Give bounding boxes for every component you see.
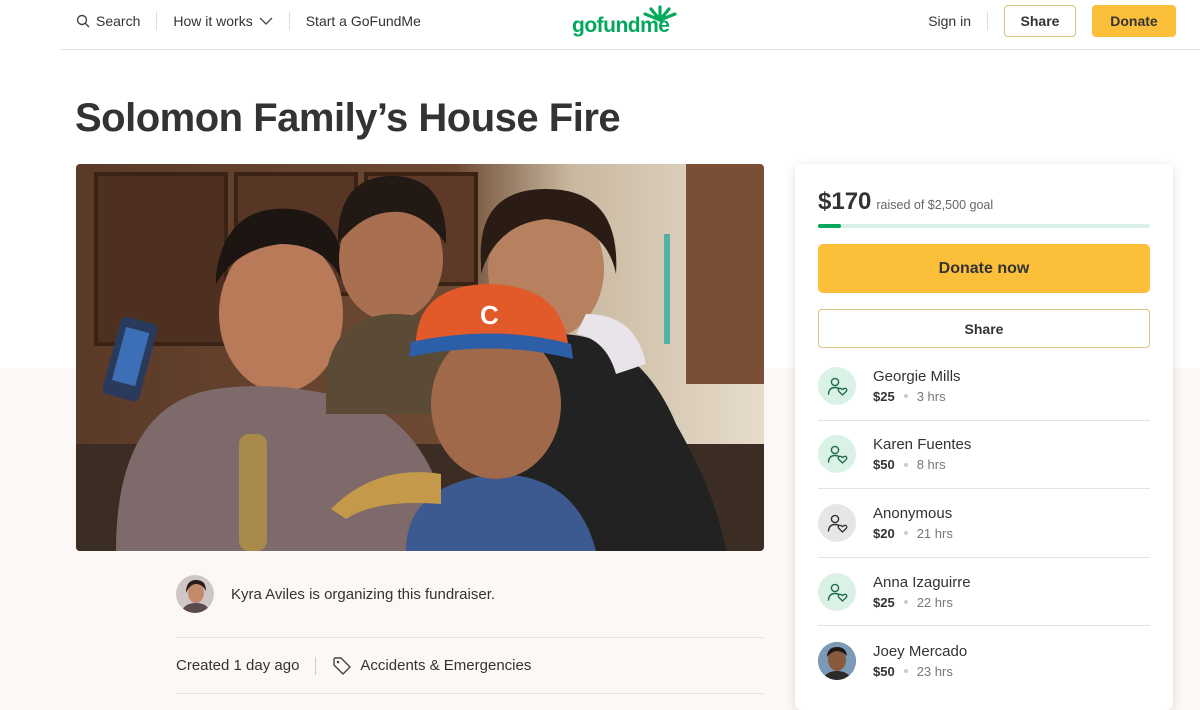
top-nav: Search How it works Start a GoFundMe gof… bbox=[60, 0, 1200, 50]
raised-summary: $170 raised of $2,500 goal bbox=[818, 188, 993, 216]
start-gofundme-label: Start a GoFundMe bbox=[305, 13, 421, 29]
separator-dot bbox=[903, 669, 908, 674]
meta-divider bbox=[315, 656, 317, 675]
donor-icon-wrap bbox=[818, 435, 856, 474]
campaign-meta: Created 1 day ago Accidents & Emergencie… bbox=[176, 638, 764, 694]
donor-list: Georgie Mills $25 3 hrs Karen Fuentes $50… bbox=[818, 352, 1150, 695]
donor-name: Karen Fuentes bbox=[873, 436, 972, 454]
page-title: Solomon Family’s House Fire bbox=[75, 96, 621, 140]
separator-dot bbox=[903, 600, 908, 605]
donor-item: Karen Fuentes $50 8 hrs bbox=[818, 421, 1150, 490]
donor-amount: $20 bbox=[873, 525, 895, 541]
donor-name: Joey Mercado bbox=[873, 642, 968, 660]
campaign-photo-image: C bbox=[76, 164, 764, 551]
donor-avatar-image bbox=[818, 641, 856, 680]
logo-sprout-icon bbox=[643, 5, 677, 22]
donor-amount: $25 bbox=[873, 388, 895, 404]
created-date: Created 1 day ago bbox=[176, 657, 300, 674]
start-gofundme-link[interactable]: Start a GoFundMe bbox=[306, 13, 421, 29]
donor-heart-icon bbox=[827, 446, 848, 465]
donor-name: Anonymous bbox=[873, 504, 953, 522]
nav-divider bbox=[987, 12, 988, 30]
organizer-avatar[interactable] bbox=[176, 575, 214, 613]
raised-amount: $170 bbox=[818, 188, 872, 215]
donor-heart-icon bbox=[827, 377, 848, 396]
donor-icon-wrap bbox=[818, 366, 856, 405]
donor-amount: $50 bbox=[873, 457, 895, 473]
organizer-text: Kyra Aviles is organizing this fundraise… bbox=[231, 586, 496, 603]
tag-icon bbox=[333, 656, 352, 675]
separator-dot bbox=[903, 394, 908, 399]
donor-avatar bbox=[818, 641, 856, 680]
donor-time: 23 hrs bbox=[916, 663, 953, 679]
donor-time: 21 hrs bbox=[916, 525, 953, 541]
donor-name: Anna Izaguirre bbox=[873, 573, 971, 591]
donor-icon-wrap bbox=[818, 503, 856, 542]
category-tag[interactable]: Accidents & Emergencies bbox=[332, 656, 531, 676]
donor-item: Anonymous $20 21 hrs bbox=[818, 489, 1150, 558]
donor-heart-icon bbox=[827, 514, 848, 533]
progress-bar-fill bbox=[818, 224, 841, 228]
search-label: Search bbox=[96, 13, 141, 29]
header-share-button[interactable]: Share bbox=[1004, 5, 1076, 37]
donor-item: Joey Mercado $50 23 hrs bbox=[818, 626, 1150, 695]
search-icon bbox=[76, 14, 90, 28]
donation-sidebar: $170 raised of $2,500 goal Donate now Sh… bbox=[795, 164, 1173, 710]
share-button[interactable]: Share bbox=[818, 309, 1150, 348]
gofundme-logo[interactable]: gofundme bbox=[572, 4, 682, 40]
sign-in-link[interactable]: Sign in bbox=[928, 13, 971, 29]
nav-divider bbox=[288, 12, 290, 30]
donor-item: Anna Izaguirre $25 22 hrs bbox=[818, 558, 1150, 627]
organizer-row: Kyra Aviles is organizing this fundraise… bbox=[176, 575, 764, 638]
donor-time: 8 hrs bbox=[916, 457, 946, 473]
organizer-avatar-image bbox=[176, 575, 214, 613]
chevron-down-icon bbox=[259, 17, 273, 25]
donor-icon-wrap bbox=[818, 572, 856, 611]
donor-time: 22 hrs bbox=[916, 594, 953, 610]
donate-now-button[interactable]: Donate now bbox=[818, 244, 1150, 293]
how-it-works-label: How it works bbox=[173, 13, 253, 29]
donor-amount: $50 bbox=[873, 663, 895, 679]
nav-divider bbox=[156, 12, 158, 30]
donor-heart-icon bbox=[827, 583, 848, 602]
category-label: Accidents & Emergencies bbox=[360, 657, 532, 674]
donor-time: 3 hrs bbox=[916, 388, 946, 404]
donor-name: Georgie Mills bbox=[873, 367, 961, 385]
nav-left: Search How it works Start a GoFundMe bbox=[76, 0, 421, 42]
svg-text:C: C bbox=[480, 300, 499, 330]
progress-bar bbox=[818, 224, 1150, 228]
header-donate-button[interactable]: Donate bbox=[1092, 5, 1176, 37]
raised-goal: raised of $2,500 goal bbox=[876, 198, 994, 212]
nav-right: Sign in Share Donate bbox=[928, 5, 1176, 37]
donor-amount: $25 bbox=[873, 594, 895, 610]
how-it-works-menu[interactable]: How it works bbox=[173, 13, 273, 29]
separator-dot bbox=[903, 531, 908, 536]
search-link[interactable]: Search bbox=[76, 13, 140, 29]
separator-dot bbox=[903, 462, 908, 467]
campaign-photo[interactable]: C bbox=[76, 164, 764, 551]
donor-item: Georgie Mills $25 3 hrs bbox=[818, 352, 1150, 421]
